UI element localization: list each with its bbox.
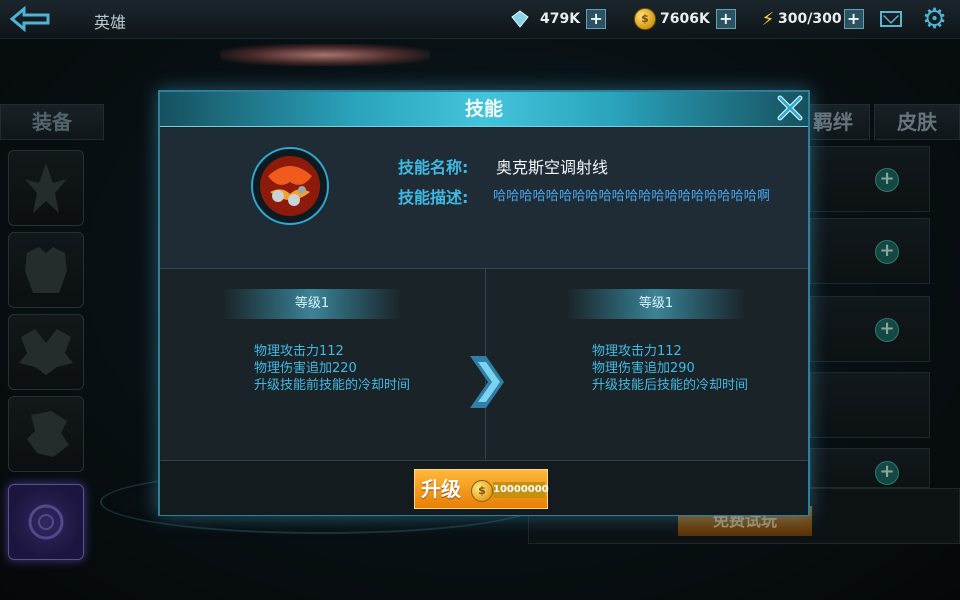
skill-info: 技能名称: 奥克斯空调射线 技能描述: 哈哈哈哈哈哈哈哈哈哈哈哈哈哈哈哈哈哈哈哈… — [160, 128, 808, 269]
lightning-icon: ⚡ — [761, 8, 775, 30]
top-bar: 英雄 479K + $ 7606K + ⚡ 300/300 + ⚙ — [0, 0, 960, 39]
current-stats: 物理攻击力112 物理伤害追加220 升级技能前技能的冷却时间 — [254, 343, 410, 394]
current-level: 等级1 — [222, 289, 402, 319]
add-gems-button[interactable]: + — [586, 9, 607, 29]
skill-icon — [251, 147, 329, 225]
coin-icon: $ — [471, 480, 493, 502]
upgrade-button[interactable]: 升级 $ 10000000 — [414, 469, 549, 509]
next-level: 等级1 — [566, 289, 746, 319]
next-stats: 物理攻击力112 物理伤害追加290 升级技能后技能的冷却时间 — [592, 343, 748, 394]
current-stat-cooldown: 升级技能前技能的冷却时间 — [254, 378, 411, 393]
coin-icon: $ — [634, 8, 656, 30]
gem-icon — [511, 10, 529, 28]
energy-counter: ⚡ 300/300 + — [760, 8, 864, 30]
next-stat-damage: 物理伤害追加290 — [592, 361, 695, 376]
gem-counter: 479K + — [510, 8, 607, 30]
current-stat-attack: 物理攻击力112 — [254, 344, 344, 359]
next-stat-attack: 物理攻击力112 — [592, 344, 682, 359]
dialog-title: 技能 — [464, 98, 503, 120]
energy-value: 300/300 — [778, 11, 842, 27]
gold-counter: $ 7606K + — [634, 8, 736, 30]
add-energy-button[interactable]: + — [843, 9, 864, 29]
mail-icon[interactable] — [880, 11, 902, 27]
back-arrow-icon[interactable] — [8, 6, 54, 32]
next-level-panel: 等级1 物理攻击力112 物理伤害追加290 升级技能后技能的冷却时间 — [486, 269, 808, 459]
chevron-right-icon — [470, 356, 504, 408]
current-stat-damage: 物理伤害追加220 — [254, 361, 357, 376]
gem-value: 479K — [540, 11, 581, 27]
gold-value: 7606K — [660, 11, 710, 27]
add-gold-button[interactable]: + — [715, 9, 736, 29]
gear-icon[interactable]: ⚙ — [922, 4, 947, 34]
close-icon[interactable] — [774, 92, 806, 124]
skill-dialog: 技能 技能名称: 奥克斯空调射线 技能描述: 哈哈哈哈哈哈哈哈哈哈哈哈哈哈哈哈哈… — [158, 90, 810, 516]
skill-name: 奥克斯空调射线 — [496, 158, 609, 177]
dialog-header: 技能 — [160, 92, 808, 127]
skill-desc-label: 技能描述: — [398, 188, 469, 207]
skill-description: 哈哈哈哈哈哈哈哈哈哈哈哈哈哈哈哈哈哈哈哈啊 — [493, 189, 771, 204]
upgrade-label: 升级 — [421, 477, 461, 501]
page-title: 英雄 — [94, 13, 127, 32]
dialog-footer: 升级 $ 10000000 — [160, 460, 808, 515]
next-stat-cooldown: 升级技能后技能的冷却时间 — [592, 378, 749, 393]
current-level-panel: 等级1 物理攻击力112 物理伤害追加220 升级技能前技能的冷却时间 — [160, 269, 486, 459]
skill-name-label: 技能名称: — [398, 158, 469, 177]
upgrade-cost: 10000000 — [493, 482, 549, 498]
